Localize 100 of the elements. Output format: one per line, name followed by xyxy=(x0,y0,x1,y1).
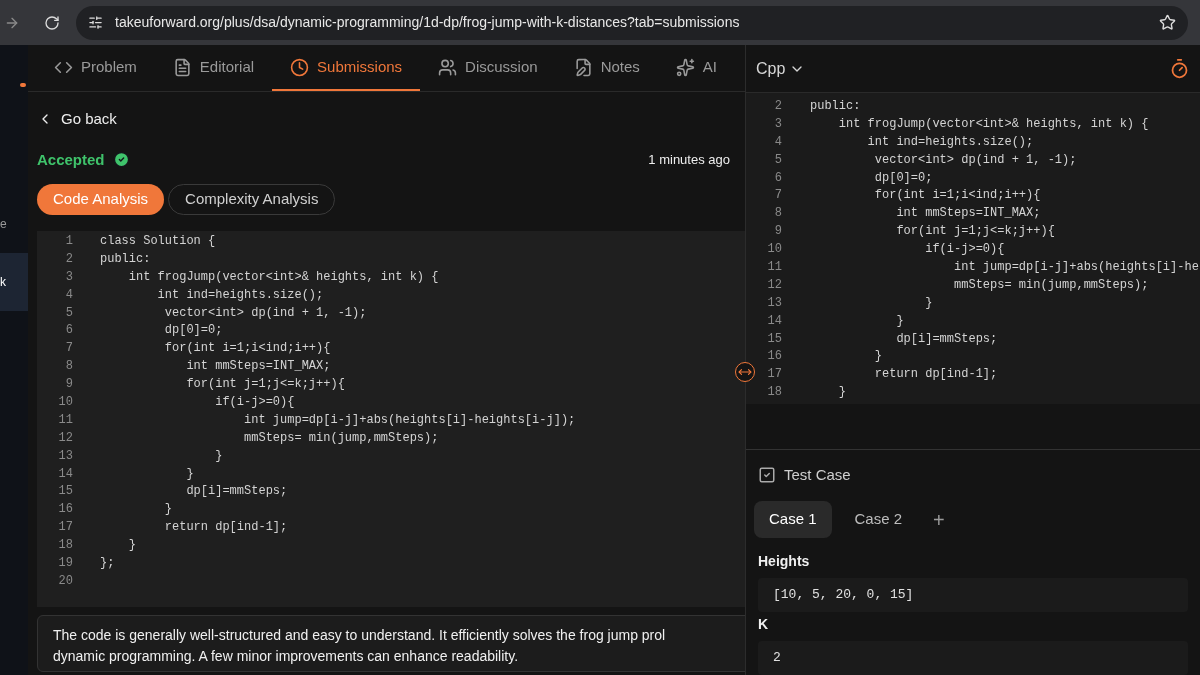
code-line: } xyxy=(895,312,904,330)
test-case-icon xyxy=(758,465,776,484)
code-line: if(i-j>=0){ xyxy=(924,241,1005,259)
timer-icon[interactable] xyxy=(1169,58,1190,79)
code-line: } xyxy=(924,294,933,312)
input-field[interactable]: 2 xyxy=(758,641,1188,675)
line-number: 17 xyxy=(766,366,782,384)
code-line: int mmSteps=INT_MAX; xyxy=(895,205,1041,223)
code-line: vector<int> dp(ind + 1, -1); xyxy=(163,304,367,322)
sidebar-item[interactable]: k xyxy=(0,253,28,311)
line-number: 14 xyxy=(57,465,73,483)
line-number: 2 xyxy=(64,250,73,268)
tab[interactable]: Editorial xyxy=(154,45,273,91)
code-line: for(int j=1;j<=k;j++){ xyxy=(185,376,345,394)
case-tab[interactable]: Case 2 xyxy=(839,501,918,538)
line-number: 3 xyxy=(64,268,73,286)
site-settings-icon[interactable] xyxy=(88,15,103,30)
code-line: return dp[ind-1]; xyxy=(873,366,998,384)
clock-icon xyxy=(290,57,310,77)
code-line: } xyxy=(127,537,136,555)
code-line: public: xyxy=(100,250,151,268)
code-line: dp[i]=mmSteps; xyxy=(185,483,288,501)
line-number: 18 xyxy=(57,537,73,555)
code-line: dp[0]=0; xyxy=(163,322,223,340)
people-icon xyxy=(438,57,458,77)
line-number: 14 xyxy=(766,312,782,330)
line-number: 8 xyxy=(64,358,73,376)
line-number: 9 xyxy=(773,223,782,241)
line-number: 12 xyxy=(57,429,73,447)
test-case-title: Test Case xyxy=(784,464,851,485)
code-line: for(int i=1;i<ind;i++){ xyxy=(873,187,1041,205)
reload-icon[interactable] xyxy=(44,14,60,31)
line-number: 17 xyxy=(57,519,73,537)
line-number: 6 xyxy=(773,169,782,187)
code-line: int ind=heights.size(); xyxy=(866,133,1034,151)
line-number: 1 xyxy=(64,233,73,250)
code-line: dp[i]=mmSteps; xyxy=(895,330,998,348)
logo-mark-icon xyxy=(20,83,26,87)
bookmark-star-icon[interactable] xyxy=(1159,14,1176,31)
line-number: 15 xyxy=(57,483,73,501)
line-number: 9 xyxy=(64,376,73,394)
code-line: mmSteps= min(jump,mmSteps); xyxy=(953,276,1149,294)
line-number: 16 xyxy=(766,348,782,366)
line-number: 4 xyxy=(64,286,73,304)
line-number: 12 xyxy=(766,276,782,294)
code-line: } xyxy=(873,348,882,366)
code-line: } xyxy=(214,447,223,465)
line-number: 13 xyxy=(57,447,73,465)
code-line: } xyxy=(163,501,172,519)
line-number: 7 xyxy=(64,340,73,358)
tab[interactable]: Submissions xyxy=(272,45,421,91)
line-number: 8 xyxy=(773,205,782,223)
line-number: 10 xyxy=(766,241,782,259)
line-number: 13 xyxy=(766,294,782,312)
document-icon xyxy=(172,57,192,77)
input-label: Heights xyxy=(758,552,811,571)
code-line: } xyxy=(185,465,194,483)
address-bar[interactable]: takeuforward.org/plus/dsa/dynamic-programming/1d-dp/frog-jump-with-k-distances?tab=submissions xyxy=(76,5,1188,40)
code-line: class Solution { xyxy=(100,233,216,250)
go-back-link[interactable]: Go back xyxy=(37,108,117,131)
url-text: takeuforward.org/plus/dsa/dynamic-programming/1d-dp/frog-jump-with-k-distances?tab=submissions xyxy=(115,13,741,32)
code-line: if(i-j>=0){ xyxy=(214,394,295,411)
line-number: 4 xyxy=(773,133,782,151)
tab[interactable]: Discussion xyxy=(420,45,556,91)
line-number: 20 xyxy=(57,572,73,590)
submission-time: 1 minutes ago xyxy=(648,151,730,169)
code-editor[interactable] xyxy=(746,93,1200,405)
check-circle-icon xyxy=(112,151,130,169)
tab[interactable]: AI xyxy=(657,45,735,91)
code-line: for(int j=1;j<=k;j++){ xyxy=(895,223,1055,241)
summary-text: The code is generally well-structured and easy to understand. It efficiently solves the frog jump prol dynamic programming. A few minor improvements can enhance readability. xyxy=(53,625,667,666)
tab[interactable]: Notes xyxy=(555,45,658,91)
file-pen-icon xyxy=(573,57,593,77)
code-line: for(int i=1;i<ind;i++){ xyxy=(163,340,331,358)
code-line: }; xyxy=(100,555,115,573)
code-line: vector<int> dp(ind + 1, -1); xyxy=(873,151,1077,169)
line-number: 18 xyxy=(766,384,782,402)
add-case-button[interactable]: + xyxy=(925,504,953,535)
status-text: Accepted xyxy=(37,149,105,170)
code-line: } xyxy=(837,384,846,402)
tab[interactable]: Problem xyxy=(36,45,155,91)
code-line: dp[0]=0; xyxy=(873,169,933,187)
line-number: 5 xyxy=(64,304,73,322)
line-number: 7 xyxy=(773,187,782,205)
code-line: int frogJump(vector<int>& heights, int k) { xyxy=(837,115,1149,133)
code-line: mmSteps= min(jump,mmSteps); xyxy=(243,429,439,447)
code-line: int ind=heights.size(); xyxy=(156,286,324,304)
code-line: int jump=dp[i-j]+abs(heights[i]-heights[i-j]); xyxy=(243,411,576,429)
code-line: int mmSteps=INT_MAX; xyxy=(185,358,331,376)
line-number: 15 xyxy=(766,330,782,348)
input-field[interactable]: [10, 5, 20, 0, 15] xyxy=(758,578,1188,612)
line-number: 2 xyxy=(773,98,782,115)
language-selector[interactable]: Cpp xyxy=(756,56,806,81)
code-line: int frogJump(vector<int>& heights, int k) { xyxy=(127,268,439,286)
line-number: 11 xyxy=(766,259,782,276)
sidebar-item[interactable]: e xyxy=(0,195,28,253)
case-tab[interactable]: Case 1 xyxy=(754,501,832,538)
line-number: 6 xyxy=(64,322,73,340)
code-line: public: xyxy=(810,98,861,115)
line-number: 10 xyxy=(57,394,73,411)
